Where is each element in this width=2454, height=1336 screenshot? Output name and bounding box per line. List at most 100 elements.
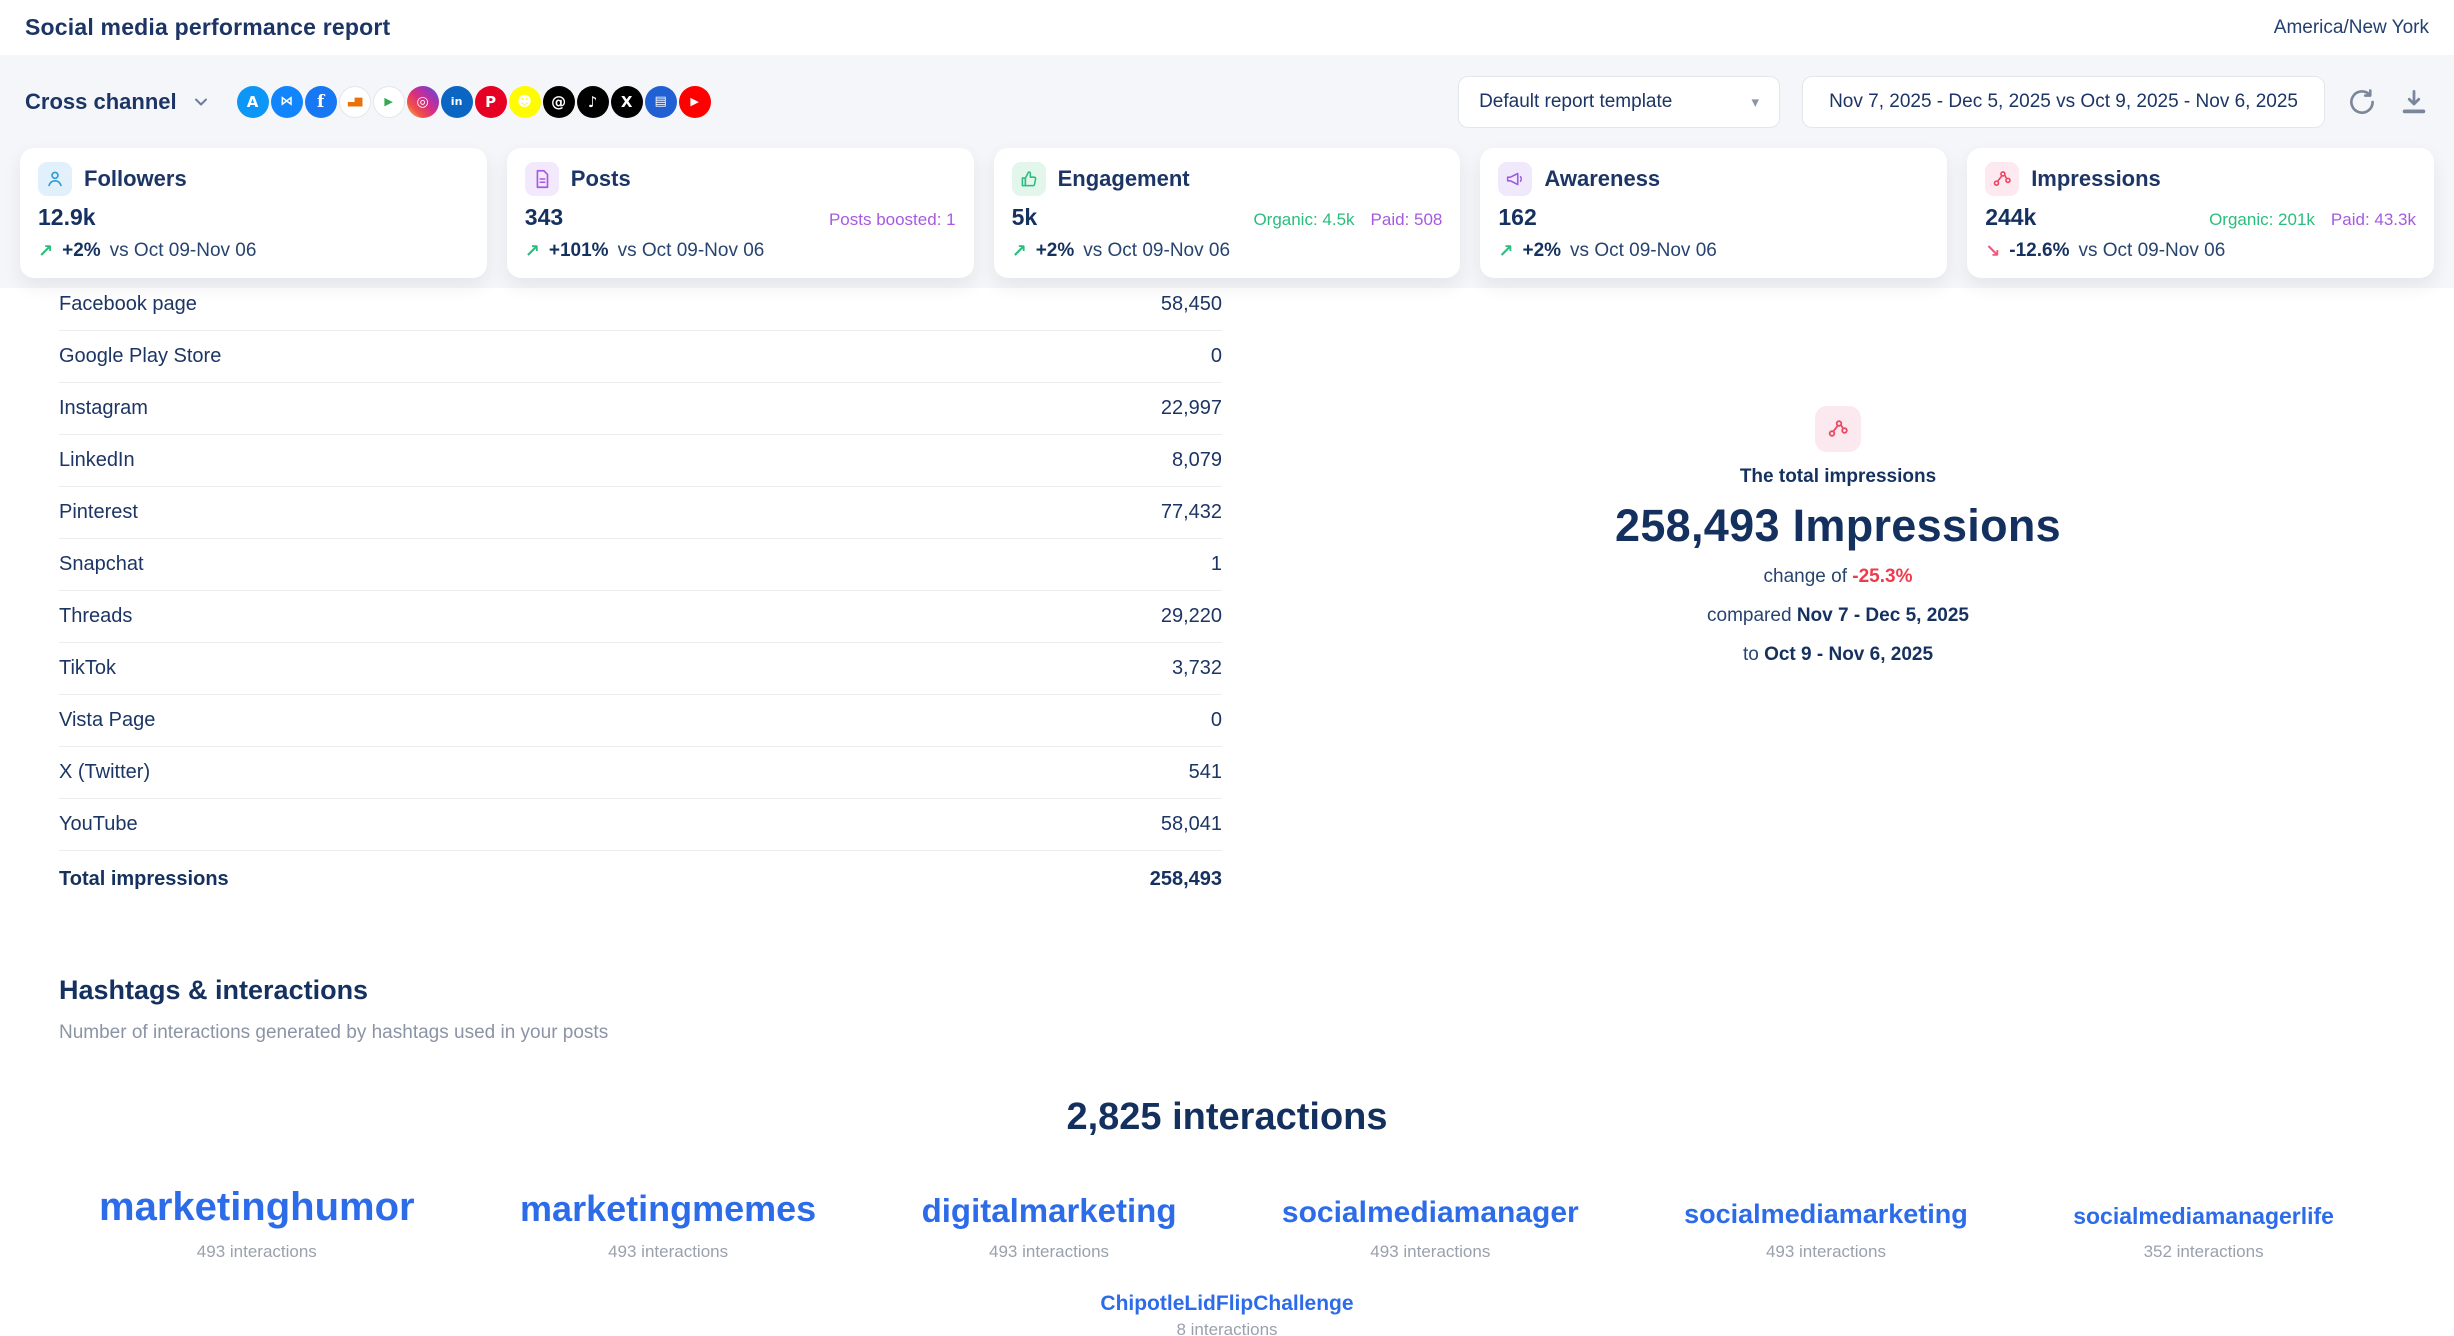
- channel-icon-linkedin[interactable]: in: [441, 86, 473, 118]
- period-previous: Oct 9 - Nov 6, 2025: [1764, 644, 1933, 665]
- organic-value: Organic: 4.5k: [1253, 210, 1354, 230]
- hashtags-section: Hashtags & interactions Number of intera…: [0, 905, 2454, 1336]
- table-row: TikTok3,732: [59, 643, 1222, 695]
- page-title: Social media performance report: [25, 14, 390, 41]
- template-dropdown[interactable]: Default report template ▾: [1458, 76, 1780, 128]
- kpi-value: 343: [525, 204, 563, 231]
- trend-up-icon: ↗: [525, 241, 540, 262]
- table-row: Vista Page0: [59, 695, 1222, 747]
- kpi-value: 12.9k: [38, 204, 96, 231]
- trend-up-icon: ↗: [1498, 241, 1513, 262]
- toolbar: Cross channel A ⋈ f ▃▆ ▶ ◎ in P ☻ @ ♪ X …: [0, 55, 2454, 148]
- posts-boosted-badge: Posts boosted: 1: [829, 210, 956, 230]
- channel-selector-label: Cross channel: [25, 89, 177, 115]
- table-row: Google Play Store0: [59, 331, 1222, 383]
- channel-icon-bluesky[interactable]: ⋈: [271, 86, 303, 118]
- posts-icon: [525, 162, 559, 196]
- hashtag-item: marketingmemes493 interactions: [520, 1188, 816, 1262]
- kpi-compare-label: vs Oct 09-Nov 06: [1083, 240, 1230, 262]
- share-nodes-icon: [1815, 406, 1861, 452]
- kpi-title: Followers: [84, 166, 187, 192]
- kpi-compare-label: vs Oct 09-Nov 06: [2078, 240, 2225, 262]
- table-row: LinkedIn8,079: [59, 435, 1222, 487]
- summary-change-line: change of -25.3%: [1764, 563, 1913, 591]
- kpi-compare-label: vs Oct 09-Nov 06: [1570, 240, 1717, 262]
- kpi-delta: +101%: [549, 240, 609, 262]
- refresh-icon: [2347, 87, 2377, 117]
- channel-icon-facebook[interactable]: f: [305, 86, 337, 118]
- kpi-card-engagement: Engagement 5k Organic: 4.5k Paid: 508 ↗ …: [994, 148, 1461, 278]
- kpi-compare-label: vs Oct 09-Nov 06: [618, 240, 765, 262]
- table-row: X (Twitter)541: [59, 747, 1222, 799]
- kpi-value: 244k: [1985, 204, 2036, 231]
- table-row: Snapchat1: [59, 539, 1222, 591]
- thumbs-up-icon: [1012, 162, 1046, 196]
- refresh-button[interactable]: [2347, 87, 2377, 117]
- hashtags-title: Hashtags & interactions: [59, 975, 2454, 1006]
- channel-selector[interactable]: Cross channel: [25, 89, 211, 115]
- channel-icon-pinterest[interactable]: P: [475, 86, 507, 118]
- channel-icon-vista-page[interactable]: ▤: [645, 86, 677, 118]
- channel-icon-snapchat[interactable]: ☻: [509, 86, 541, 118]
- channel-icon-youtube[interactable]: ▶: [679, 86, 711, 118]
- table-row: Instagram22,997: [59, 383, 1222, 435]
- kpi-compare-label: vs Oct 09-Nov 06: [110, 240, 257, 262]
- trend-down-icon: ↘: [1985, 241, 2000, 262]
- table-row: Pinterest77,432: [59, 487, 1222, 539]
- hashtag-item: socialmediamanagerlife352 interactions: [2073, 1203, 2334, 1262]
- dropdown-caret-icon: ▾: [1752, 93, 1760, 111]
- hashtag-item: socialmediamarketing493 interactions: [1684, 1199, 1968, 1262]
- chevron-down-icon: [191, 92, 211, 112]
- kpi-value: 162: [1498, 204, 1536, 231]
- download-button[interactable]: [2399, 87, 2429, 117]
- hashtag-cloud: marketinghumor493 interactions marketing…: [59, 1185, 2454, 1262]
- summary-headline: 258,493 Impressions: [1615, 500, 2061, 552]
- kpi-card-awareness: Awareness 162 ↗ +2% vs Oct 09-Nov 06: [1480, 148, 1947, 278]
- organic-value: Organic: 201k: [2209, 210, 2315, 230]
- top-header: Social media performance report America/…: [0, 0, 2454, 55]
- channel-icon-app-store[interactable]: A: [237, 86, 269, 118]
- period-current: Nov 7 - Dec 5, 2025: [1797, 605, 1969, 626]
- total-impressions-summary: The total impressions 258,493 Impression…: [1222, 288, 2454, 905]
- kpi-delta: -12.6%: [2009, 240, 2069, 262]
- channel-icon-list: A ⋈ f ▃▆ ▶ ◎ in P ☻ @ ♪ X ▤ ▶: [237, 86, 711, 118]
- hashtag-item-featured: ChipotleLidFlipChallenge 8 interactions: [59, 1292, 2454, 1336]
- channel-icon-google-analytics[interactable]: ▃▆: [339, 86, 371, 118]
- hashtag-item: marketinghumor493 interactions: [99, 1185, 415, 1262]
- table-row: YouTube58,041: [59, 799, 1222, 851]
- impressions-section: Facebook page58,450 Google Play Store0 I…: [0, 288, 2454, 905]
- kpi-title: Impressions: [2031, 166, 2161, 192]
- change-percent: -25.3%: [1852, 566, 1912, 587]
- kpi-title: Engagement: [1058, 166, 1190, 192]
- summary-to-line: to Oct 9 - Nov 6, 2025: [1743, 641, 1933, 669]
- trend-up-icon: ↗: [1012, 241, 1027, 262]
- kpi-delta: +2%: [1036, 240, 1075, 262]
- channel-icon-x-twitter[interactable]: X: [611, 86, 643, 118]
- share-nodes-icon: [1985, 162, 2019, 196]
- paid-value: Paid: 43.3k: [2331, 210, 2416, 230]
- hashtags-total: 2,825 interactions: [59, 1096, 2454, 1139]
- kpi-title: Awareness: [1544, 166, 1660, 192]
- summary-caption: The total impressions: [1740, 466, 1936, 488]
- timezone-label: America/New York: [2274, 17, 2429, 39]
- kpi-cards-row: Followers 12.9k ↗ +2% vs Oct 09-Nov 06 P…: [0, 148, 2454, 288]
- kpi-delta: +2%: [62, 240, 101, 262]
- table-row: Threads29,220: [59, 591, 1222, 643]
- summary-compared-line: compared Nov 7 - Dec 5, 2025: [1707, 602, 1969, 630]
- channel-icon-threads[interactable]: @: [543, 86, 575, 118]
- table-row: Facebook page58,450: [59, 288, 1222, 331]
- toolbar-right: Default report template ▾ Nov 7, 2025 - …: [1458, 76, 2429, 128]
- channel-icon-google-play[interactable]: ▶: [373, 86, 405, 118]
- channel-icon-instagram[interactable]: ◎: [407, 86, 439, 118]
- download-icon: [2399, 87, 2429, 117]
- channel-icon-tiktok[interactable]: ♪: [577, 86, 609, 118]
- megaphone-icon: [1498, 162, 1532, 196]
- kpi-value: 5k: [1012, 204, 1038, 231]
- kpi-card-impressions: Impressions 244k Organic: 201k Paid: 43.…: [1967, 148, 2434, 278]
- report-page: Social media performance report America/…: [0, 0, 2454, 1336]
- followers-icon: [38, 162, 72, 196]
- date-range-picker[interactable]: Nov 7, 2025 - Dec 5, 2025 vs Oct 9, 2025…: [1802, 76, 2325, 128]
- kpi-delta: +2%: [1522, 240, 1561, 262]
- table-total-row: Total impressions258,493: [59, 851, 1222, 905]
- hashtag-item: socialmediamanager493 interactions: [1282, 1196, 1579, 1262]
